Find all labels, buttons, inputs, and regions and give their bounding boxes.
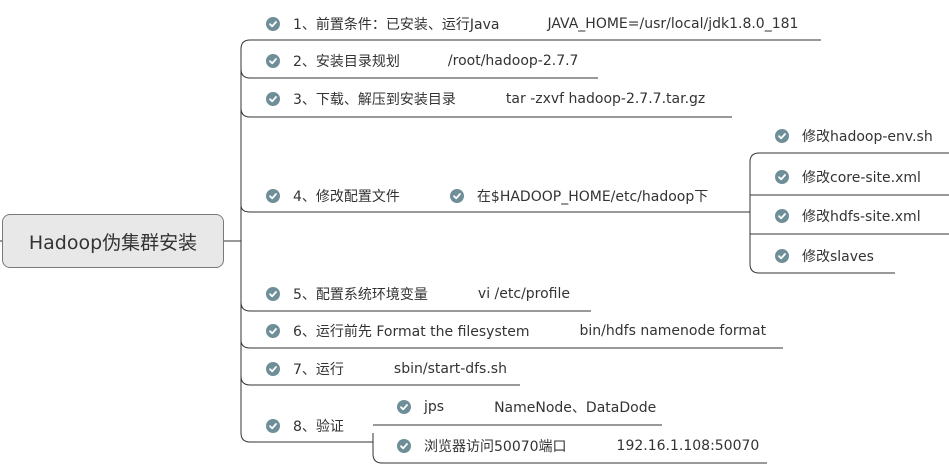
step-detail: /root/hadoop-2.7.7 <box>447 53 579 69</box>
check-icon <box>266 54 280 68</box>
check-icon <box>775 209 789 223</box>
config-file-label: 修改slaves <box>802 249 874 265</box>
step-detail: JAVA_HOME=/usr/local/jdk1.8.0_181 <box>547 16 799 32</box>
step-detail: sbin/start-dfs.sh <box>393 361 507 377</box>
step-node-8[interactable]: 8、验证 <box>266 414 344 438</box>
verify-label: 浏览器访问50070端口 <box>424 439 567 455</box>
check-icon <box>775 249 789 263</box>
step-node-2[interactable]: 2、安装目录规划 /root/hadoop-2.7.7 <box>266 49 578 73</box>
step-label: 4、修改配置文件 <box>293 189 400 205</box>
step-detail: tar -zxvf hadoop-2.7.7.tar.gz <box>505 91 706 107</box>
root-label: Hadoop伪集群安装 <box>28 231 198 254</box>
step-label: 1、前置条件：已安装、运行Java <box>293 17 500 33</box>
check-icon <box>266 17 280 31</box>
step-label: 6、运行前先 Format the filesystem <box>293 324 530 340</box>
verify-node-2[interactable]: 浏览器访问50070端口 192.16.1.108:50070 <box>397 434 759 458</box>
step-label: 7、运行 <box>293 362 344 378</box>
check-icon <box>775 170 789 184</box>
step-1-underline <box>240 39 821 50</box>
verify-detail: NameNode、DataDode <box>494 400 657 416</box>
check-icon <box>449 189 464 203</box>
config-file-label: 修改hdfs-site.xml <box>802 209 921 225</box>
verify-detail: 192.16.1.108:50070 <box>616 438 760 454</box>
step-node-5[interactable]: 5、配置系统环境变量 vi /etc/profile <box>266 282 570 306</box>
verify-label: jps <box>424 399 445 415</box>
check-icon <box>266 92 280 106</box>
config-location-label: 在$HADOOP_HOME/etc/hadoop下 <box>476 189 709 205</box>
config-file-node-4[interactable]: 修改slaves <box>775 244 874 268</box>
check-icon <box>775 129 789 143</box>
check-icon <box>266 287 280 301</box>
step-label: 8、验证 <box>293 419 344 435</box>
step-node-3[interactable]: 3、下载、解压到安装目录 tar -zxvf hadoop-2.7.7.tar.… <box>266 87 705 111</box>
step-node-4[interactable]: 4、修改配置文件 在$HADOOP_HOME/etc/hadoop下 <box>266 184 708 208</box>
step-label: 3、下载、解压到安装目录 <box>293 92 456 108</box>
step-node-7[interactable]: 7、运行 sbin/start-dfs.sh <box>266 357 507 381</box>
mindmap-canvas: Hadoop伪集群安装 1、前置条件：已安装、运行Java JAVA_HOME=… <box>0 0 949 467</box>
check-icon <box>266 362 280 376</box>
config-file-node-3[interactable]: 修改hdfs-site.xml <box>775 204 921 228</box>
root-node[interactable]: Hadoop伪集群安装 <box>2 214 224 268</box>
step-node-6[interactable]: 6、运行前先 Format the filesystem bin/hdfs na… <box>266 319 766 343</box>
config-file-node-1[interactable]: 修改hadoop-env.sh <box>775 124 933 148</box>
check-icon <box>266 324 280 338</box>
step-node-1[interactable]: 1、前置条件：已安装、运行Java JAVA_HOME=/usr/local/j… <box>266 12 798 36</box>
check-icon <box>266 189 280 203</box>
step-label: 2、安装目录规划 <box>293 54 400 70</box>
step-detail: vi /etc/profile <box>477 286 571 302</box>
check-icon <box>266 419 280 433</box>
config-file-node-2[interactable]: 修改core-site.xml <box>775 165 921 189</box>
config-file-label: 修改core-site.xml <box>802 170 921 186</box>
config-file-label: 修改hadoop-env.sh <box>802 129 933 145</box>
step-detail: bin/hdfs namenode format <box>579 323 767 339</box>
config-file-1-underline <box>749 152 949 163</box>
check-icon <box>397 400 411 414</box>
check-icon <box>397 439 411 453</box>
step-label: 5、配置系统环境变量 <box>293 287 428 303</box>
verify-node-1[interactable]: jps NameNode、DataDode <box>397 395 656 419</box>
